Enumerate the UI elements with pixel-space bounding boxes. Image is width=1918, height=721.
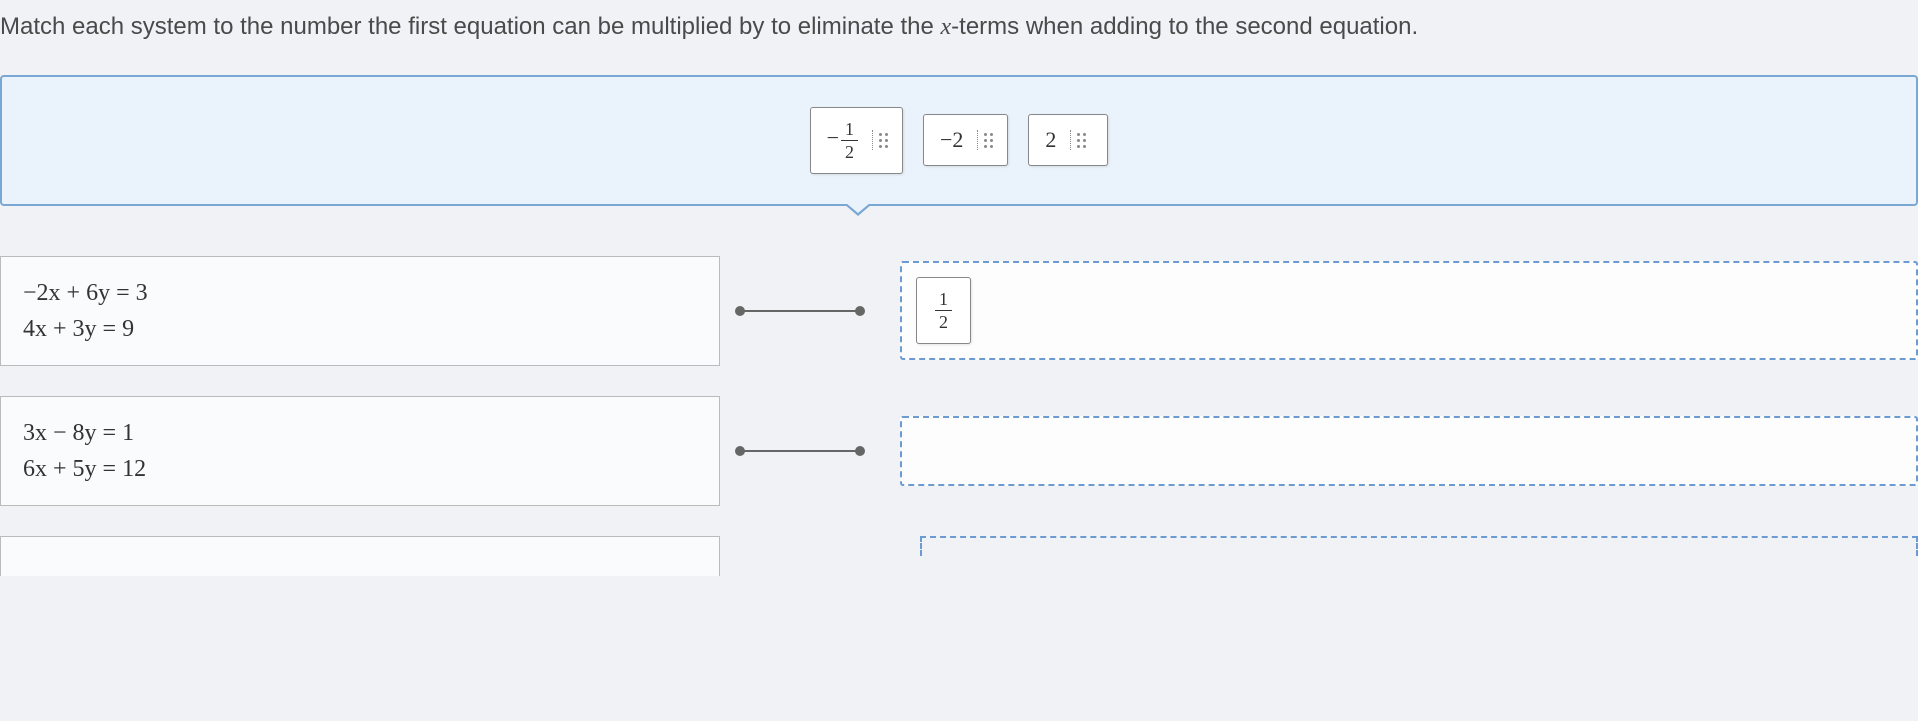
matching-area: −2x + 6y = 3 4x + 3y = 9 12 3x − 8y = 1 … — [0, 256, 1918, 576]
equation-line: 4x + 3y = 9 — [23, 311, 697, 347]
drop-zone-2[interactable] — [900, 416, 1918, 486]
tile-value: −12 — [827, 120, 858, 161]
tile-value: −2 — [940, 127, 963, 153]
system-box-2: 3x − 8y = 1 6x + 5y = 12 — [0, 396, 720, 506]
tile-negative-two[interactable]: −2 — [923, 114, 1008, 166]
drop-zone-3[interactable] — [920, 536, 1918, 556]
prompt-part1: Match each system to the number the firs… — [0, 13, 941, 40]
tile-negative-half[interactable]: −12 — [810, 107, 903, 174]
equation-line: 3x − 8y = 1 — [23, 415, 697, 451]
drag-handle-icon — [872, 130, 886, 150]
negative-sign: − — [827, 125, 839, 150]
equation-line: −2x + 6y = 3 — [23, 275, 697, 311]
prompt-variable: x — [941, 14, 952, 40]
placed-tile-half[interactable]: 12 — [916, 277, 971, 344]
equation-line: 6x + 5y = 12 — [23, 451, 697, 487]
connector-line — [740, 310, 860, 312]
fraction-denominator: 2 — [935, 311, 952, 331]
tile-two[interactable]: 2 — [1028, 114, 1108, 166]
match-row-2: 3x − 8y = 1 6x + 5y = 12 — [0, 396, 1918, 506]
drop-zone-1[interactable]: 12 — [900, 261, 1918, 360]
fraction-numerator: 1 — [841, 120, 858, 141]
connector-line — [740, 450, 860, 452]
tile-value: 2 — [1045, 127, 1056, 153]
system-box-1: −2x + 6y = 3 4x + 3y = 9 — [0, 256, 720, 366]
drag-handle-icon — [977, 130, 991, 150]
match-row-1: −2x + 6y = 3 4x + 3y = 9 12 — [0, 256, 1918, 366]
system-box-3: 10x − 4y = 8 — [0, 536, 720, 576]
question-prompt: Match each system to the number the firs… — [0, 0, 1918, 65]
match-row-3-partial: 10x − 4y = 8 — [0, 536, 1918, 576]
tile-bank: −12 −2 2 — [0, 75, 1918, 206]
drag-handle-icon — [1070, 130, 1084, 150]
fraction-denominator: 2 — [841, 141, 858, 161]
fraction-numerator: 1 — [935, 290, 952, 311]
prompt-part2: -terms when adding to the second equatio… — [951, 13, 1418, 40]
